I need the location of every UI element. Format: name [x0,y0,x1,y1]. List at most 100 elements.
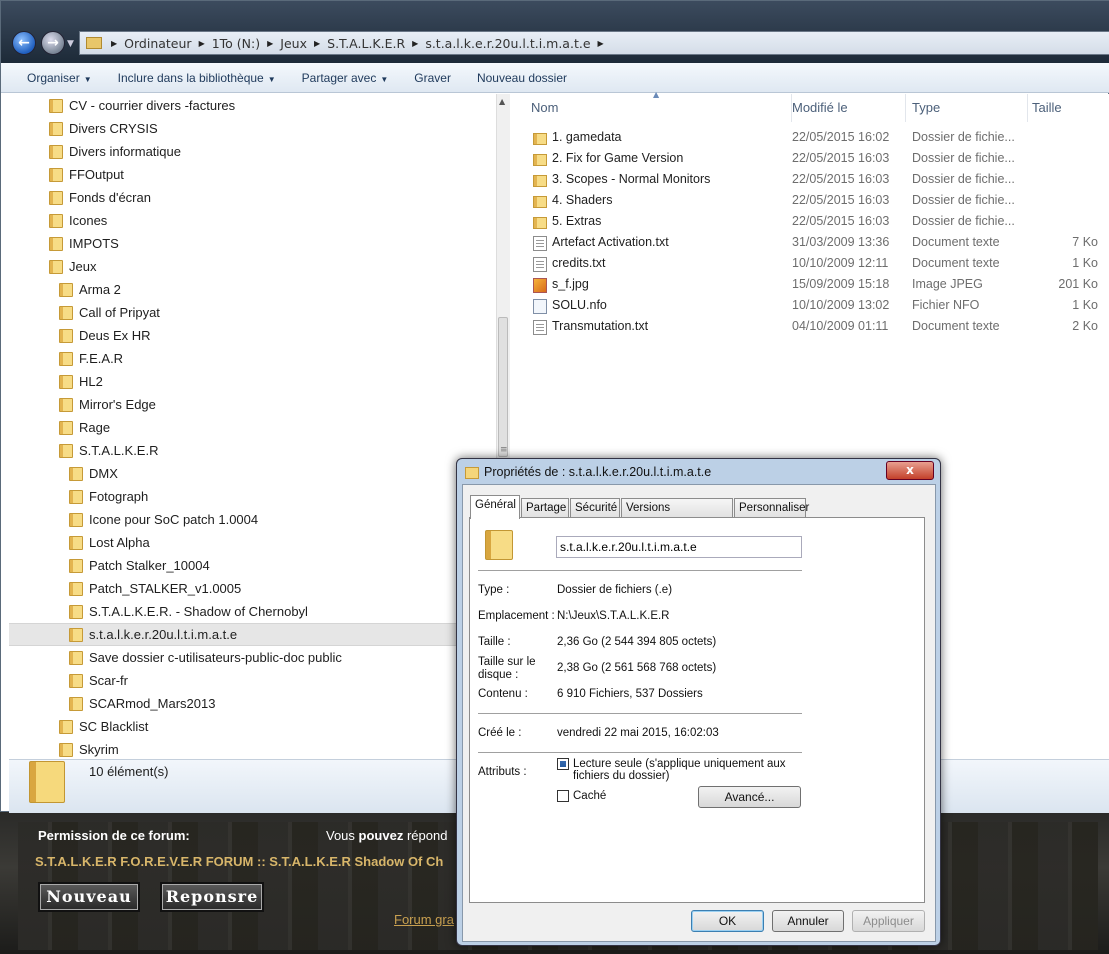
cancel-button[interactable]: Annuler [772,910,844,932]
file-row[interactable]: 2. Fix for Game Version 22/05/2015 16:03 D… [513,149,1109,170]
navigation-pane[interactable]: CV - courrier divers -factures Divers CRY… [9,94,494,759]
text-file-icon [533,320,547,335]
tree-item[interactable]: Save dossier c-utilisateurs-public-doc p… [9,646,494,669]
scrollbar-thumb[interactable] [498,317,508,457]
tree-item[interactable]: Skyrim [9,738,494,759]
forum-vous-post: répond [403,828,448,843]
folder-name-input[interactable] [556,536,802,558]
tree-item[interactable]: Icones [9,209,494,232]
tree-item-label: Patch Stalker_10004 [89,558,210,573]
tree-item[interactable]: Mirror's Edge [9,393,494,416]
tree-item[interactable]: DMX [9,462,494,485]
tree-item[interactable]: Rage [9,416,494,439]
file-row[interactable]: SOLU.nfo 10/10/2009 13:02 Fichier NFO 1 Ko [513,296,1109,317]
tree-item[interactable]: Scar-fr [9,669,494,692]
column-header-modified[interactable]: Modifié le [786,94,906,122]
file-row[interactable]: s_f.jpg 15/09/2009 15:18 Image JPEG 201 Ko [513,275,1109,296]
file-row[interactable]: 5. Extras 22/05/2015 16:03 Dossier de fich… [513,212,1109,233]
hidden-checkbox[interactable] [557,790,569,802]
file-row[interactable]: Artefact Activation.txt 31/03/2009 13:36 D… [513,233,1109,254]
tree-item[interactable]: HL2 [9,370,494,393]
organize-button[interactable]: Organiser ▼ [1,71,105,85]
tree-item[interactable]: SC Blacklist [9,715,494,738]
column-header-type[interactable]: Type [906,94,1028,122]
tab-general[interactable]: Général [470,495,520,519]
ok-button[interactable]: OK [691,910,764,932]
tree-item[interactable]: F.E.A.R [9,347,494,370]
forum-permission-label: Permission de ce forum: [38,828,190,843]
folder-icon [69,627,83,642]
advanced-button[interactable]: Avancé... [698,786,801,808]
breadcrumb-separator-icon[interactable]: ▶ [196,39,208,48]
breadcrumb-separator-icon[interactable]: ▶ [264,39,276,48]
tab-sharing[interactable]: Partage [521,498,569,518]
new-folder-button[interactable]: Nouveau dossier [464,71,580,85]
tree-item[interactable]: Lost Alpha [9,531,494,554]
type-value: Dossier de fichiers (.e) [557,584,673,596]
file-modified: 04/10/2009 01:11 [792,319,889,333]
created-value: vendredi 22 mai 2015, 16:02:03 [557,727,719,739]
tree-item[interactable]: Jeux [9,255,494,278]
folder-icon [49,190,63,205]
tree-item[interactable]: Divers CRYSIS [9,117,494,140]
tree-item-label: Deus Ex HR [79,328,151,343]
breadcrumb-stalker[interactable]: S.T.A.L.K.E.R [323,36,409,51]
dialog-title: Propriétés de : s.t.a.l.k.e.r.20u.l.t.i.… [484,465,712,479]
file-row[interactable]: 1. gamedata 22/05/2015 16:02 Dossier de fi… [513,128,1109,149]
readonly-checkbox[interactable] [557,758,569,770]
forum-breadcrumb[interactable]: S.T.A.L.K.E.R F.O.R.E.V.E.R FORUM :: S.T… [35,854,455,869]
tree-item[interactable]: S.T.A.L.K.E.R [9,439,494,462]
tree-item[interactable]: Arma 2 [9,278,494,301]
apply-button[interactable]: Appliquer [852,910,925,932]
include-library-button[interactable]: Inclure dans la bibliothèque ▼ [105,71,289,85]
forum-reply-button[interactable]: Reponsre [162,884,262,910]
tree-item[interactable]: Divers informatique [9,140,494,163]
forward-button[interactable]: → [41,31,65,55]
folder-icon [69,581,83,596]
back-button[interactable]: ← [12,31,36,55]
file-row[interactable]: 3. Scopes - Normal Monitors 22/05/2015 16… [513,170,1109,191]
breadcrumb-jeux[interactable]: Jeux [276,36,311,51]
tree-item[interactable]: Patch Stalker_10004 [9,554,494,577]
tree-item[interactable]: IMPOTS [9,232,494,255]
tab-previous-versions[interactable]: Versions précédentes [621,498,733,532]
breadcrumb-current[interactable]: s.t.a.l.k.e.r.20u.l.t.i.m.a.t.e [421,36,594,51]
forum-vous-pre: Vous [326,828,359,843]
tab-security[interactable]: Sécurité [570,498,620,518]
tree-item-label: Rage [79,420,111,435]
tree-item[interactable]: Call of Pripyat [9,301,494,324]
tree-item[interactable]: Icone pour SoC patch 1.0004 [9,508,494,531]
file-row[interactable]: 4. Shaders 22/05/2015 16:03 Dossier de fic… [513,191,1109,212]
share-button[interactable]: Partager avec ▼ [289,71,402,85]
burn-button[interactable]: Graver [401,71,464,85]
file-modified: 10/10/2009 12:11 [792,256,889,270]
breadcrumb-separator-icon[interactable]: ▶ [311,39,323,48]
tree-item[interactable]: FFOutput [9,163,494,186]
column-header-size[interactable]: Taille [1026,94,1109,122]
breadcrumb-drive[interactable]: 1To (N:) [208,36,264,51]
forum-new-button[interactable]: Nouveau [40,884,138,910]
address-bar[interactable]: ▶ Ordinateur ▶ 1To (N:) ▶ Jeux ▶ S.T.A.L… [79,31,1109,55]
tree-item[interactable]: Deus Ex HR [9,324,494,347]
disk-size-value: 2,38 Go (2 561 568 768 octets) [557,662,717,674]
tree-item[interactable]: Fonds d'écran [9,186,494,209]
tab-customize[interactable]: Personnaliser [734,498,809,518]
breadcrumb-separator-icon[interactable]: ▶ [409,39,421,48]
file-row[interactable]: credits.txt 10/10/2009 12:11 Document text… [513,254,1109,275]
tree-item[interactable]: Patch_STALKER_v1.0005 [9,577,494,600]
scroll-up-icon[interactable]: ▲ [499,97,505,106]
tree-item[interactable]: SCARmod_Mars2013 [9,692,494,715]
breadcrumb-ordinateur[interactable]: Ordinateur [120,36,195,51]
forum-link[interactable]: Forum gra [394,912,454,927]
attributes-label: Attributs : [478,766,527,778]
tree-item[interactable]: S.T.A.L.K.E.R. - Shadow of Chernobyl [9,600,494,623]
file-row[interactable]: Transmutation.txt 04/10/2009 01:11 Documen… [513,317,1109,338]
breadcrumb-separator-icon[interactable]: ▶ [595,39,607,48]
tree-item[interactable]: s.t.a.l.k.e.r.20u.l.t.i.m.a.t.e [9,623,494,646]
tree-item[interactable]: Fotograph [9,485,494,508]
dialog-close-button[interactable]: x [886,461,934,480]
breadcrumb-separator-icon[interactable]: ▶ [108,39,120,48]
history-dropdown-icon[interactable]: ▼ [67,39,74,49]
tree-item[interactable]: CV - courrier divers -factures [9,94,494,117]
tree-item-label: HL2 [79,374,103,389]
